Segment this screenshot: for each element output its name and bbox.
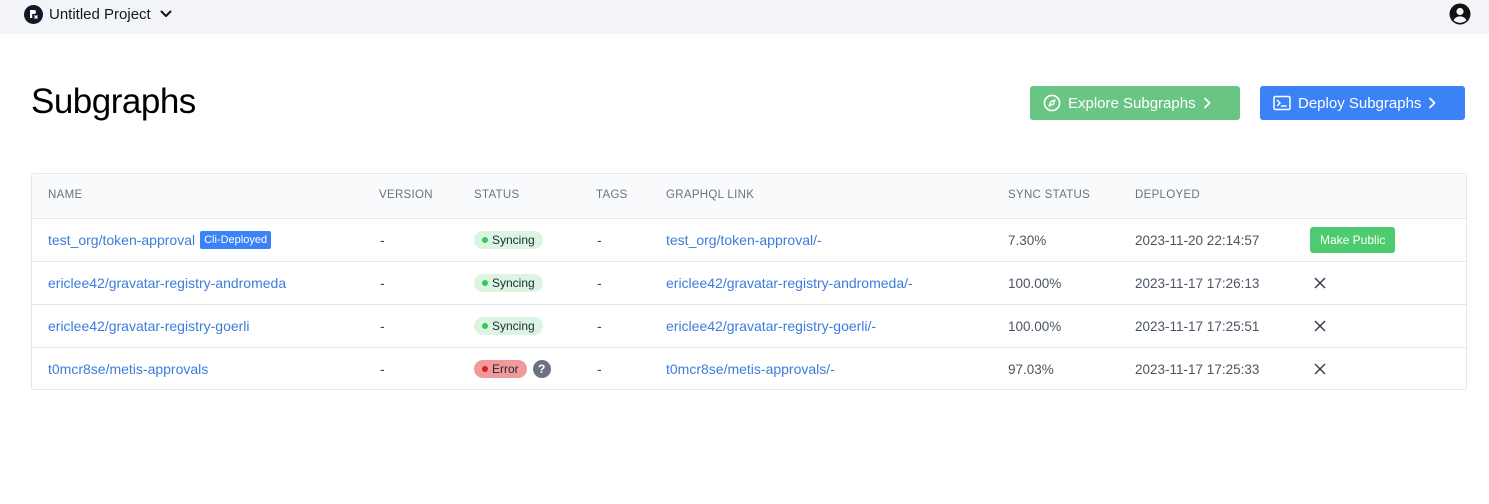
deployed-value: 2023-11-20 22:14:57 [1135,232,1260,248]
table-row: ericlee42/gravatar-registry-goerli - Syn… [32,305,1466,348]
graphql-link[interactable]: t0mcr8se/metis-approvals/- [666,361,835,377]
status-label: Error [492,362,519,376]
status-badge: Syncing [474,274,543,292]
column-header-status: STATUS [474,189,520,201]
column-header-deployed: DEPLOYED [1135,189,1201,201]
subgraphs-table: NAME VERSION STATUS TAGS GRAPHQL LINK SY… [31,173,1467,390]
status-badge: Syncing [474,231,543,249]
make-public-button[interactable]: Make Public [1310,227,1396,253]
graphql-link[interactable]: test_org/token-approval/- [666,232,822,248]
explore-subgraphs-label: Explore Subgraphs [1068,94,1196,112]
table-header: NAME VERSION STATUS TAGS GRAPHQL LINK SY… [32,174,1466,219]
status-label: Syncing [492,233,535,247]
status-dot [482,323,488,329]
table-row: ericlee42/gravatar-registry-andromeda - … [32,262,1466,305]
subgraph-name-link[interactable]: ericlee42/gravatar-registry-andromeda [48,275,286,291]
project-name: Untitled Project [49,5,151,23]
deployed-value: 2023-11-17 17:25:51 [1135,318,1260,334]
column-header-graphql-link: GRAPHQL LINK [666,189,755,201]
deployed-value: 2023-11-17 17:25:33 [1135,361,1260,377]
tags-value: - [597,232,602,248]
sync-status-value: 100.00% [1008,275,1062,291]
version-value: - [380,361,385,377]
top-bar: Untitled Project [0,0,1489,34]
cli-deployed-badge: Cli-Deployed [200,231,272,249]
status-badge: Error [474,360,527,378]
explore-subgraphs-button[interactable]: Explore Subgraphs [1030,86,1240,120]
deploy-subgraphs-button[interactable]: Deploy Subgraphs [1260,86,1465,120]
sync-status-value: 7.30% [1008,232,1047,248]
question-circle-icon[interactable]: ? [532,360,551,378]
tags-value: - [597,361,602,377]
project-logo-icon [24,4,43,24]
graphql-link[interactable]: ericlee42/gravatar-registry-goerli/- [666,318,876,334]
subgraph-name-link[interactable]: t0mcr8se/metis-approvals [48,361,208,377]
chevron-down-icon[interactable] [159,7,173,21]
sync-status-value: 100.00% [1008,318,1062,334]
table-row: t0mcr8se/metis-approvals - Error ? - t0m… [32,348,1466,391]
version-value: - [380,318,385,334]
sync-status-value: 97.03% [1008,361,1054,377]
page-title: Subgraphs [31,82,196,121]
status-dot [482,366,488,372]
status-badge: Syncing [474,317,543,335]
close-icon[interactable] [1314,363,1326,375]
version-value: - [380,232,385,248]
project-selector[interactable]: Untitled Project [24,4,173,24]
status-label: Syncing [492,319,535,333]
status-label: Syncing [492,276,535,290]
close-icon[interactable] [1314,320,1326,332]
tags-value: - [597,275,602,291]
version-value: - [380,275,385,291]
user-circle-icon[interactable] [1449,3,1471,25]
close-icon[interactable] [1314,277,1326,289]
status-dot [482,280,488,286]
subgraph-name-link[interactable]: ericlee42/gravatar-registry-goerli [48,318,250,334]
graphql-link[interactable]: ericlee42/gravatar-registry-andromeda/- [666,275,913,291]
column-header-version: VERSION [379,189,433,201]
column-header-sync-status: SYNC STATUS [1008,189,1091,201]
table-row: test_org/token-approval Cli-Deployed - S… [32,219,1466,262]
deploy-subgraphs-label: Deploy Subgraphs [1298,94,1422,112]
terminal-icon [1273,95,1291,111]
chevron-right-icon [1202,97,1212,109]
compass-icon [1043,94,1061,112]
deployed-value: 2023-11-17 17:26:13 [1135,275,1260,291]
subgraph-name-link[interactable]: test_org/token-approval [48,232,195,248]
tags-value: - [597,318,602,334]
status-dot [482,237,488,243]
column-header-name: NAME [48,189,83,201]
column-header-tags: TAGS [596,189,628,201]
chevron-right-icon [1427,97,1437,109]
